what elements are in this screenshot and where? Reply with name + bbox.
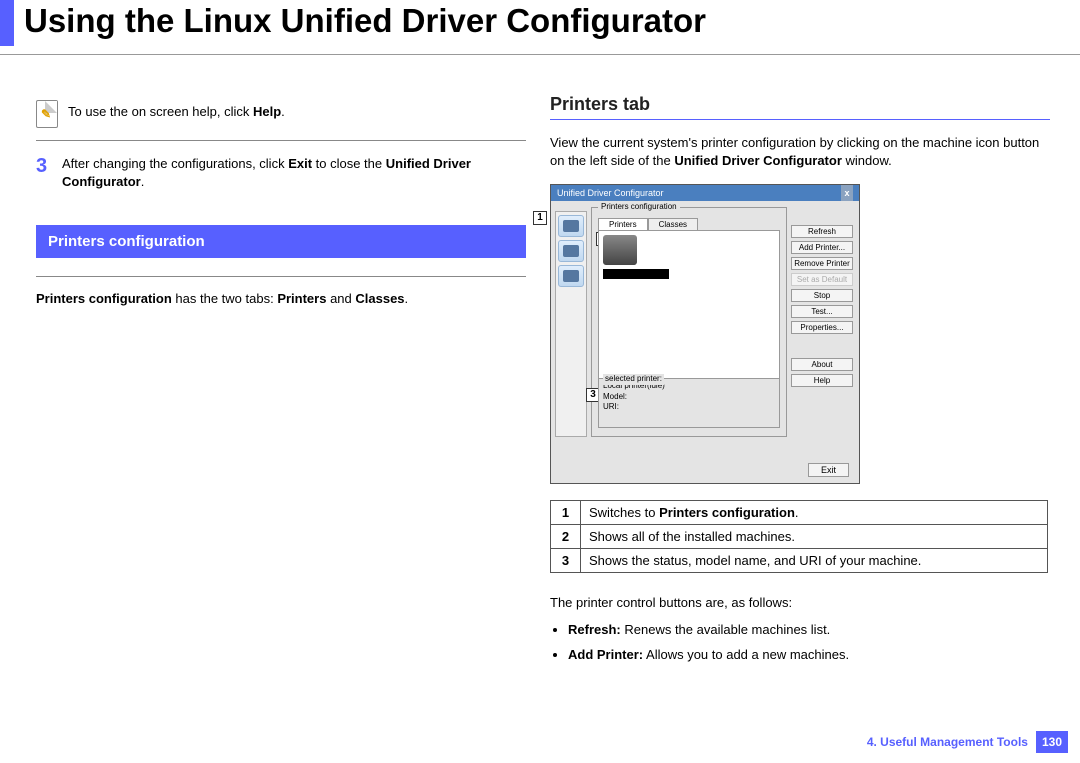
note-box: To use the on screen help, click Help. bbox=[36, 100, 526, 128]
table-row: 1 Switches to Printers configuration. bbox=[551, 501, 1048, 525]
note-suffix: . bbox=[281, 104, 285, 119]
bullet-list: Refresh: Renews the available machines l… bbox=[550, 622, 1050, 662]
note-text: To use the on screen help, click Help. bbox=[68, 100, 285, 119]
right-heading: Printers tab bbox=[550, 94, 1050, 115]
tab-classes: Classes bbox=[648, 218, 698, 230]
table-row: 3 Shows the status, model name, and URI … bbox=[551, 549, 1048, 573]
row-text-3: Shows the status, model name, and URI of… bbox=[581, 549, 1048, 573]
right-column: Printers tab View the current system's p… bbox=[550, 94, 1050, 672]
sub-suffix: . bbox=[405, 291, 409, 306]
btn-set-default: Set as Default bbox=[791, 273, 853, 286]
btn-test: Test... bbox=[791, 305, 853, 318]
row-text-1: Switches to Printers configuration. bbox=[581, 501, 1048, 525]
sub-para: Printers configuration has the two tabs:… bbox=[36, 276, 526, 306]
printer-config-icon bbox=[558, 215, 584, 237]
right-divider bbox=[550, 119, 1050, 120]
btn-add-printer: Add Printer... bbox=[791, 241, 853, 254]
shot-title-text: Unified Driver Configurator bbox=[557, 185, 664, 201]
footer: 4. Useful Management Tools 130 bbox=[867, 731, 1068, 753]
btn-about: About bbox=[791, 358, 853, 371]
row-text-2: Shows all of the installed machines. bbox=[581, 525, 1048, 549]
step-text: After changing the configurations, click… bbox=[62, 155, 526, 191]
b2-text: Allows you to add a new machines. bbox=[643, 647, 849, 662]
row-num-1: 1 bbox=[551, 501, 581, 525]
divider-top bbox=[0, 54, 1080, 55]
footer-chapter: 4. Useful Management Tools bbox=[867, 735, 1028, 749]
shot-selected-line2: Model: bbox=[603, 392, 775, 402]
btn-help: Help bbox=[791, 374, 853, 387]
shot-groupbox: Printers configuration Printers Classes … bbox=[591, 207, 787, 437]
sub-and: and bbox=[326, 291, 355, 306]
sub-mid: has the two tabs: bbox=[172, 291, 278, 306]
shot-selected-box: selected printer: Local printer(idle) Mo… bbox=[598, 378, 780, 428]
step-box: 3 After changing the configurations, cli… bbox=[36, 140, 526, 191]
row-num-3: 3 bbox=[551, 549, 581, 573]
tab-printers: Printers bbox=[598, 218, 648, 230]
shot-tabs: Printers Classes bbox=[598, 218, 698, 230]
shot-tabcontent bbox=[598, 230, 780, 380]
step-bold1: Exit bbox=[288, 156, 312, 171]
list-item: Refresh: Renews the available machines l… bbox=[568, 622, 1050, 637]
section-bar: Printers configuration bbox=[36, 225, 526, 258]
left-column: To use the on screen help, click Help. 3… bbox=[36, 92, 526, 306]
follow-text: The printer control buttons are, as foll… bbox=[550, 595, 1050, 610]
step-prefix: After changing the configurations, click bbox=[62, 156, 288, 171]
btn-exit: Exit bbox=[808, 463, 849, 477]
right-para-t2: window. bbox=[842, 153, 892, 168]
b1-text: Renews the available machines list. bbox=[621, 622, 831, 637]
b2-bold: Add Printer: bbox=[568, 647, 643, 662]
right-para: View the current system's printer config… bbox=[550, 134, 1050, 170]
list-item: Add Printer: Allows you to add a new mac… bbox=[568, 647, 1050, 662]
sub-bold3: Classes bbox=[355, 291, 404, 306]
shot-selected-label: selected printer: bbox=[603, 374, 664, 384]
note-bold: Help bbox=[253, 104, 281, 119]
row-num-2: 2 bbox=[551, 525, 581, 549]
r1-suffix: . bbox=[795, 505, 799, 520]
ports-config-icon bbox=[558, 265, 584, 287]
step-number: 3 bbox=[36, 155, 62, 191]
step-suffix: . bbox=[141, 174, 145, 189]
shot-titlebar: Unified Driver Configurator x bbox=[551, 185, 859, 201]
btn-remove-printer: Remove Printer bbox=[791, 257, 853, 270]
sub-bold1: Printers configuration bbox=[36, 291, 172, 306]
shot-group-label: Printers configuration bbox=[598, 202, 680, 211]
btn-properties: Properties... bbox=[791, 321, 853, 334]
callout-table: 1 Switches to Printers configuration. 2 … bbox=[550, 500, 1048, 573]
btn-refresh: Refresh bbox=[791, 225, 853, 238]
step-mid: to close the bbox=[312, 156, 386, 171]
table-row: 2 Shows all of the installed machines. bbox=[551, 525, 1048, 549]
close-icon: x bbox=[841, 185, 853, 201]
shot-right-buttons: Refresh Add Printer... Remove Printer Se… bbox=[791, 225, 853, 387]
shot-icon-bar bbox=[555, 211, 587, 437]
btn-stop: Stop bbox=[791, 289, 853, 302]
scanner-config-icon bbox=[558, 240, 584, 262]
accent-bar bbox=[0, 0, 14, 46]
embedded-screenshot: Unified Driver Configurator x 1 Printers… bbox=[550, 184, 860, 484]
page-title: Using the Linux Unified Driver Configura… bbox=[24, 2, 706, 40]
r1-prefix: Switches to bbox=[589, 505, 659, 520]
sub-bold2: Printers bbox=[277, 291, 326, 306]
r1-bold: Printers configuration bbox=[659, 505, 795, 520]
shot-body: 1 Printers configuration Printers Classe… bbox=[551, 201, 859, 483]
b1-bold: Refresh: bbox=[568, 622, 621, 637]
btn-spacer bbox=[791, 337, 853, 355]
printer-thumb bbox=[603, 235, 637, 265]
footer-page: 130 bbox=[1036, 731, 1068, 753]
right-para-bold: Unified Driver Configurator bbox=[674, 153, 842, 168]
shot-selected-line3: URI: bbox=[603, 402, 775, 412]
note-prefix: To use the on screen help, click bbox=[68, 104, 253, 119]
printer-shadow bbox=[603, 269, 669, 279]
note-icon bbox=[36, 100, 58, 128]
callout-1: 1 bbox=[533, 211, 547, 225]
